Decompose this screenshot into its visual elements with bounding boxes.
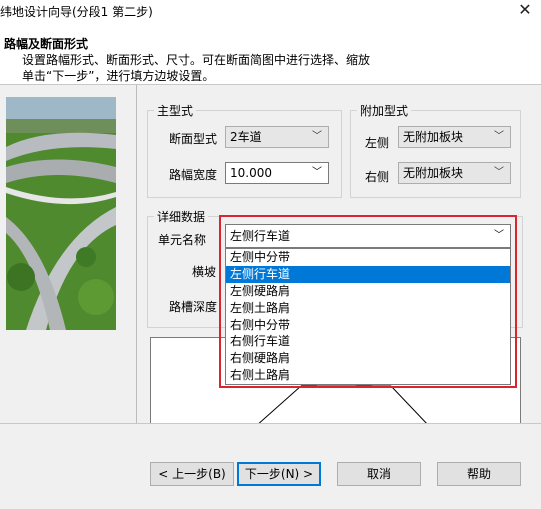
previous-step-button[interactable]: < 上一步(B) [150, 462, 234, 486]
right-side-label: 右侧 [365, 170, 390, 184]
dropdown-option[interactable]: 右侧硬路肩 [226, 350, 510, 367]
main-type-group [147, 110, 342, 198]
section-type-select[interactable]: 2车道 ﹀ [225, 126, 329, 148]
main-type-group-label: 主型式 [154, 102, 197, 119]
unit-name-select[interactable]: 左侧行车道 ﹀ [225, 224, 511, 248]
right-attached-select[interactable]: 无附加板块 ﹀ [398, 162, 511, 184]
dropdown-option-selected[interactable]: 左侧行车道 [226, 265, 510, 283]
dropdown-option[interactable]: 右侧中分带 [226, 317, 510, 334]
next-step-button[interactable]: 下一步(N) > [237, 462, 321, 486]
unit-name-dropdown-list: 左侧中分带 左侧行车道 左侧硬路肩 左侧土路肩 右侧中分带 右侧行车道 右侧硬路… [225, 248, 511, 385]
detail-data-group-label: 详细数据 [154, 208, 209, 225]
close-icon[interactable]: ✕ [512, 0, 538, 22]
road-width-label: 路幅宽度 [169, 168, 218, 182]
header-title: 路幅及断面形式 [4, 37, 89, 51]
section-type-label: 断面型式 [169, 132, 218, 146]
header-description-line1: 设置路幅形式、断面形式、尺寸。可在断面简图中进行选择、缩放 [22, 53, 371, 67]
left-attached-value: 无附加板块 [403, 130, 464, 144]
panel-divider [136, 85, 137, 423]
left-attached-select[interactable]: 无附加板块 ﹀ [398, 126, 511, 148]
chevron-down-icon: ﹀ [312, 167, 322, 178]
right-attached-value: 无附加板块 [403, 166, 464, 180]
header-description-line2: 单击“下一步”，进行填方边坡设置。 [22, 69, 215, 83]
trough-depth-label: 路槽深度 [169, 300, 218, 314]
cancel-button[interactable]: 取消 [337, 462, 421, 486]
dropdown-option[interactable]: 右侧行车道 [226, 333, 510, 350]
dropdown-option[interactable]: 左侧硬路肩 [226, 283, 510, 300]
dropdown-option[interactable]: 左侧中分带 [226, 249, 510, 266]
road-width-value: 10.000 [230, 166, 272, 180]
chevron-down-icon: ﹀ [494, 230, 504, 241]
dropdown-option[interactable]: 右侧土路肩 [226, 367, 510, 384]
unit-name-label: 单元名称 [158, 233, 207, 247]
attached-type-group-label: 附加型式 [357, 102, 412, 119]
left-side-label: 左侧 [365, 136, 390, 150]
section-type-value: 2车道 [230, 130, 262, 144]
chevron-down-icon: ﹀ [494, 131, 504, 142]
chevron-down-icon: ﹀ [312, 131, 322, 142]
road-width-field[interactable]: 10.000 ﹀ [225, 162, 329, 184]
highway-photo [6, 97, 116, 330]
chevron-down-icon: ﹀ [494, 167, 504, 178]
slope-label: 横坡 [192, 265, 217, 279]
window-title: 纬地设计向导(分段1 第二步) [0, 5, 153, 19]
help-button[interactable]: 帮助 [437, 462, 521, 486]
unit-name-value: 左侧行车道 [230, 229, 291, 243]
dropdown-option[interactable]: 左侧土路肩 [226, 300, 510, 317]
